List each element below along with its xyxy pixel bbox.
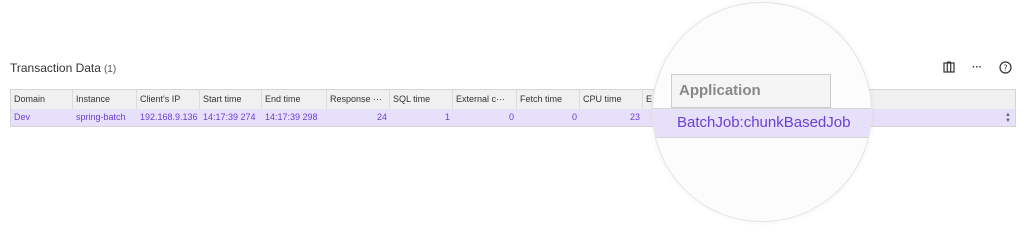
panel-title: Transaction Data (1) (10, 61, 116, 75)
column-header-fetch-time[interactable]: Fetch time (517, 90, 580, 109)
cell-end-time: 14:17:39 298 (265, 112, 318, 122)
column-header-instance[interactable]: Instance (73, 90, 137, 109)
scroll-arrows[interactable]: ▲ ▼ (1003, 109, 1013, 126)
cell-instance: spring-batch (76, 112, 126, 122)
magnified-row: BatchJob:chunkBasedJob (653, 108, 871, 138)
column-header-start-time[interactable]: Start time (200, 90, 262, 109)
cell-sql-time: 1 (444, 112, 450, 122)
column-header-external[interactable]: External c··· (453, 90, 517, 109)
column-header-cpu-time[interactable]: CPU time (580, 90, 643, 109)
column-header-end-time[interactable]: End time (262, 90, 327, 109)
columns-icon[interactable] (942, 60, 956, 74)
cell-cpu-time: 23 (629, 112, 640, 122)
cell-fetch-time: 0 (571, 112, 577, 122)
panel-title-text: Transaction Data (10, 61, 101, 75)
zoom-magnifier: Application BatchJob:chunkBasedJob (652, 2, 872, 222)
cell-client-ip: 192.168.9.136 (140, 112, 198, 122)
toolbar: ··· ? (942, 60, 1012, 74)
magnified-header-label: Application (679, 82, 761, 99)
cell-start-time: 14:17:39 274 (203, 112, 256, 122)
column-header-response[interactable]: Response ··· (327, 90, 390, 109)
column-header-sql-time[interactable]: SQL time (390, 90, 453, 109)
column-header-client-ip[interactable]: Client's IP (137, 90, 200, 109)
column-header-domain[interactable]: Domain (11, 90, 73, 109)
cell-response: 24 (376, 112, 387, 122)
help-icon[interactable]: ? (998, 60, 1012, 74)
scroll-down-icon[interactable]: ▼ (1005, 118, 1011, 124)
cell-external: 0 (508, 112, 514, 122)
row-count: (1) (103, 64, 117, 75)
more-icon[interactable]: ··· (970, 60, 984, 74)
magnified-application-value: BatchJob:chunkBasedJob (677, 114, 851, 131)
cell-domain: Dev (14, 112, 31, 122)
svg-text:?: ? (1003, 63, 1007, 72)
magnified-column-header: Application (671, 74, 831, 108)
